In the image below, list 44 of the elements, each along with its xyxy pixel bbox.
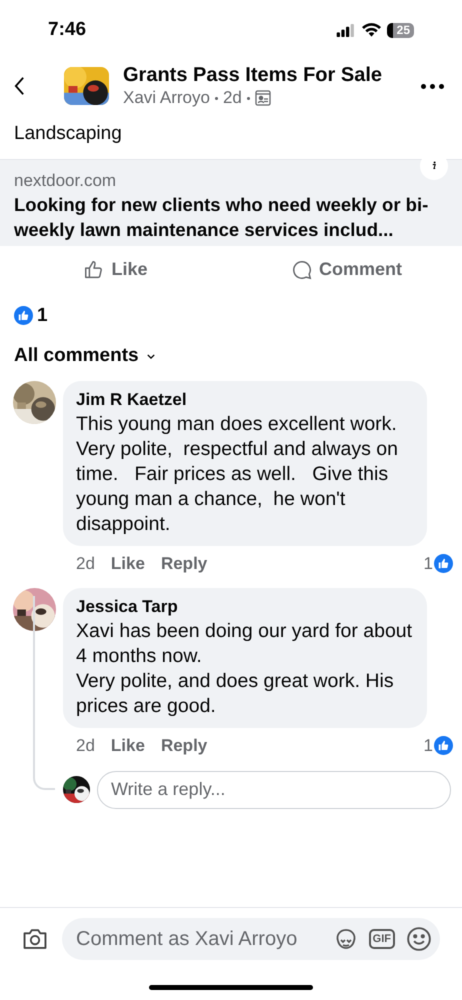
reply-input[interactable]: Write a reply... <box>97 770 451 808</box>
commenter-avatar[interactable] <box>13 588 56 631</box>
group-audience-icon <box>254 90 271 106</box>
comment-age: 2d <box>76 552 95 574</box>
reply-link[interactable]: Reply <box>160 550 208 576</box>
reply-link[interactable]: Reply <box>160 733 208 758</box>
comment-text: This young man does excellent work. Very polite, respectful and always on time. Fair prices as well. Give this young man a chance, he won't disappoint. <box>76 412 399 536</box>
comment-author[interactable]: Jim R Kaetzel <box>76 388 414 412</box>
like-link[interactable]: Like <box>110 733 145 758</box>
battery-indicator: 25 <box>386 22 414 38</box>
replier-avatar[interactable] <box>63 776 90 803</box>
back-icon <box>14 76 25 96</box>
like-badge-icon <box>434 736 453 756</box>
avatar-sticker-icon[interactable] <box>334 926 358 950</box>
link-domain: nextdoor.com <box>14 170 118 192</box>
link-title: Looking for new clients who need weekly or bi-weekly lawn maintenance services includ... <box>14 192 430 242</box>
group-name[interactable]: Grants Pass Items For Sale <box>123 63 382 87</box>
group-avatar[interactable] <box>64 67 109 105</box>
like-badge-icon <box>14 306 33 326</box>
comment-age: 2d <box>76 735 95 757</box>
commenter-avatar[interactable] <box>13 380 56 424</box>
comment-text: Xavi has been doing our yard for about 4 months now. Very polite, and does great work. His prices are good. <box>76 619 414 719</box>
gif-button[interactable]: GIF <box>368 928 395 948</box>
chevron-down-icon <box>146 354 155 359</box>
status-time: 7:46 <box>48 18 86 42</box>
signal-icon <box>336 24 356 36</box>
reaction-count[interactable]: 1 <box>37 302 48 330</box>
speech-bubble-icon <box>290 258 313 280</box>
like-badge-icon <box>434 554 453 573</box>
composer-placeholder: Comment as Xavi Arroyo <box>76 926 298 952</box>
comment-button[interactable]: Comment <box>231 256 462 283</box>
comment-composer[interactable]: Comment as Xavi Arroyo GIF <box>62 918 440 960</box>
post-age: 2d <box>222 87 242 109</box>
wifi-icon <box>362 23 381 37</box>
comment-like-count[interactable]: 1 <box>424 733 433 758</box>
post-author[interactable]: Xavi Arroyo <box>123 87 210 109</box>
emoji-icon[interactable] <box>406 926 432 952</box>
comment-like-count[interactable]: 1 <box>424 550 433 576</box>
like-button[interactable]: Like <box>0 256 231 283</box>
comment-sort-dropdown[interactable]: All comments <box>0 342 462 370</box>
comment-author[interactable]: Jessica Tarp <box>76 595 414 619</box>
post-text: Landscaping <box>13 122 123 146</box>
like-link[interactable]: Like <box>110 550 145 576</box>
camera-icon[interactable] <box>22 927 48 950</box>
